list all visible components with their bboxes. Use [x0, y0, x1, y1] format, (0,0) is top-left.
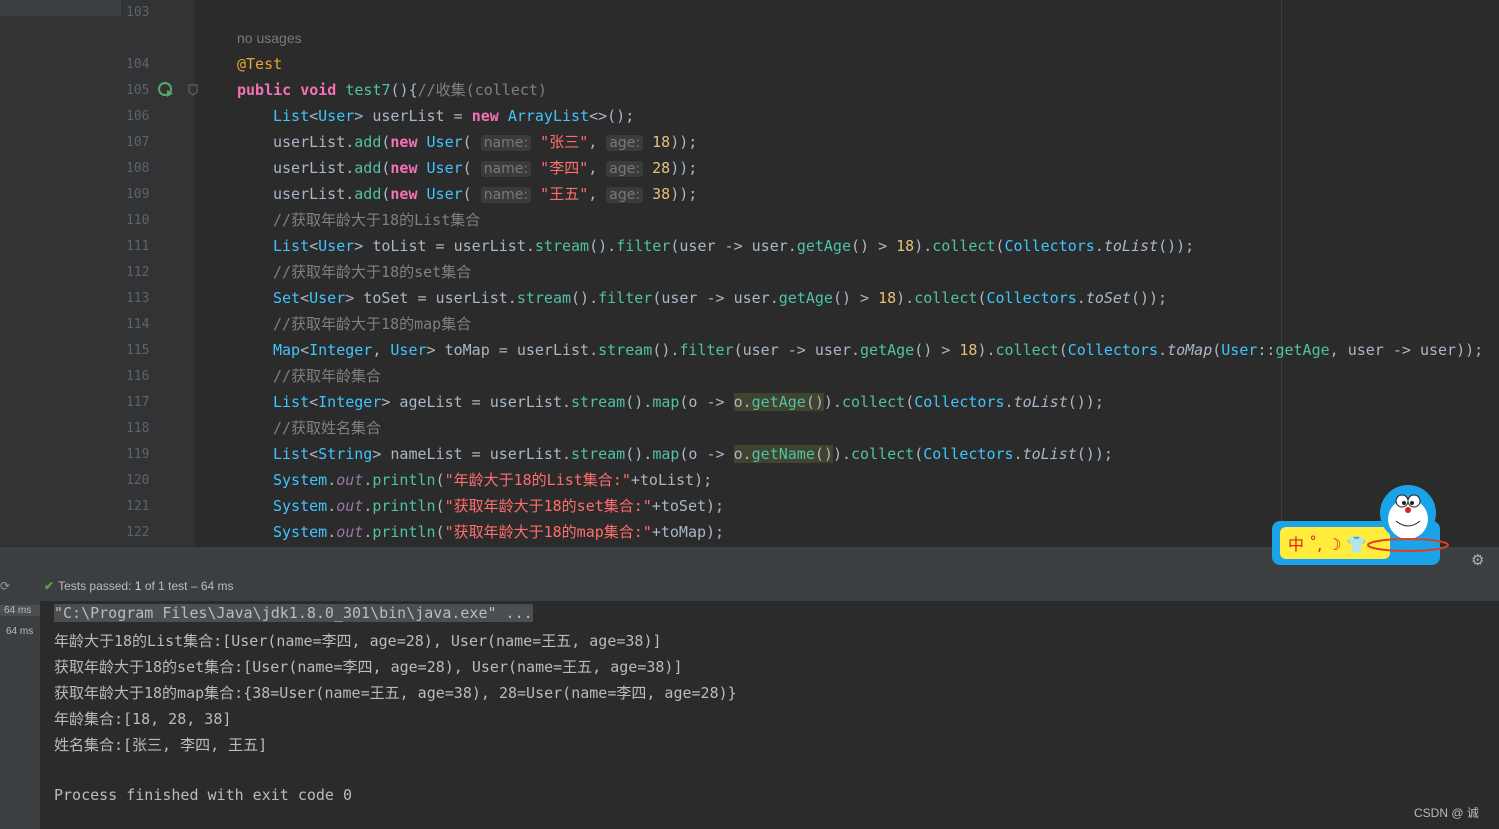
code-punct: (){	[390, 81, 418, 99]
line-number: 118	[126, 421, 150, 436]
status-duration: – 64 ms	[190, 579, 234, 593]
number-literal: 18	[652, 133, 671, 151]
code-line-119[interactable]: List<String> nameList = userList.stream(…	[273, 441, 1113, 467]
line-number: 107	[126, 135, 150, 150]
test-time-root[interactable]: 64 ms	[0, 605, 40, 616]
line-number: 122	[126, 525, 150, 540]
line-number: 109	[126, 187, 150, 202]
line-number: 117	[126, 395, 150, 410]
code-line-108[interactable]: userList.add(new User( name: "李四", age: …	[273, 155, 697, 181]
code-line-104[interactable]: @Test	[237, 51, 282, 77]
code-line-105[interactable]: public void test7(){//收集(collect)	[237, 77, 547, 103]
status-of-text: of 1 test	[144, 579, 188, 593]
param-hint-age: age:	[606, 135, 644, 151]
line-number: 112	[126, 265, 150, 280]
csdn-watermark: CSDN @ 诚	[1414, 806, 1479, 820]
console-line: 年龄大于18的List集合:[User(name=李四, age=28), Us…	[54, 632, 662, 650]
method-name: test7	[345, 81, 391, 99]
code-line-117[interactable]: List<Integer> ageList = userList.stream(…	[273, 389, 1104, 415]
string-literal: "张三"	[540, 133, 589, 151]
console-exit-line: Process finished with exit code 0	[54, 786, 353, 804]
code-line-109[interactable]: userList.add(new User( name: "王五", age: …	[273, 181, 697, 207]
console-line: 年龄集合:[18, 28, 38]	[54, 710, 232, 728]
code-line-120[interactable]: System.out.println("年龄大于18的List集合:"+toLi…	[273, 467, 712, 493]
code-line-122[interactable]: System.out.println("获取年龄大于18的map集合:"+toM…	[273, 519, 724, 545]
line-number: 103	[126, 5, 150, 20]
code-line-107[interactable]: userList.add(new User( name: "张三", age: …	[273, 129, 697, 155]
param-hint-age: age:	[606, 161, 644, 177]
line-number: 111	[126, 239, 150, 254]
code-line-115[interactable]: Map<Integer, User> toMap = userList.stre…	[273, 337, 1483, 363]
project-tab[interactable]	[0, 0, 121, 16]
string-literal: "李四"	[540, 159, 589, 177]
code-line-116[interactable]: //获取年龄集合	[273, 363, 381, 389]
ime-mode-text: 中 ˚, ☽ 👕	[1288, 535, 1367, 554]
line-number: 108	[126, 161, 150, 176]
console-line: 获取年龄大于18的set集合:[User(name=李四, age=28), U…	[54, 658, 683, 676]
code-line-112[interactable]: //获取年龄大于18的set集合	[273, 259, 471, 285]
test-tree-icon[interactable]: ⟳	[0, 579, 10, 593]
doraemon-ime-widget[interactable]: 中 ˚, ☽ 👕	[1270, 483, 1450, 573]
code-editor[interactable]: 103 104 105 106 107 108 109 110 111 112 113 114 115 1…	[0, 0, 1499, 546]
line-number: 110	[126, 213, 150, 228]
string-literal: "获取年龄大于18的set集合:"	[444, 497, 652, 515]
console-line: 获取年龄大于18的map集合:{38=User(name=王五, age=38)…	[54, 684, 737, 702]
gear-icon[interactable]: ⚙	[1471, 551, 1484, 569]
string-literal: "获取年龄大于18的map集合:"	[444, 523, 652, 541]
no-usages-hint: no usages	[237, 30, 302, 46]
test-time-item[interactable]: 64 ms	[6, 626, 33, 637]
code-line-106[interactable]: List<User> userList = new ArrayList<>();	[273, 103, 634, 129]
line-number: 105	[126, 83, 150, 98]
line-number: 113	[126, 291, 150, 306]
line-number: 104	[126, 57, 150, 72]
status-prefix: Tests passed:	[58, 579, 132, 593]
code-line-113[interactable]: Set<User> toSet = userList.stream().filt…	[273, 285, 1167, 311]
console-scrollbar[interactable]	[1489, 601, 1499, 829]
passed-count: 1	[134, 579, 142, 593]
line-number: 120	[126, 473, 150, 488]
line-number: 121	[126, 499, 150, 514]
param-hint-name: name:	[480, 187, 532, 203]
param-hint-name: name:	[480, 135, 532, 151]
console-command-line: "C:\Program Files\Java\jdk1.8.0_301\bin\…	[54, 604, 533, 622]
project-tool-strip	[0, 0, 121, 546]
code-line-110[interactable]: //获取年龄大于18的List集合	[273, 207, 480, 233]
code-line-121[interactable]: System.out.println("获取年龄大于18的set集合:"+toS…	[273, 493, 724, 519]
kw-void: void	[300, 81, 337, 99]
run-test-icon[interactable]	[158, 82, 174, 98]
string-literal: "王五"	[540, 185, 589, 203]
line-number: 114	[126, 317, 150, 332]
code-line-111[interactable]: List<User> toList = userList.stream().fi…	[273, 233, 1194, 259]
line-number: 106	[126, 109, 150, 124]
check-icon: ✔	[44, 579, 55, 593]
test-annotation: @Test	[237, 55, 283, 73]
number-literal: 38	[652, 185, 671, 203]
test-status: ✔ Tests passed: 1 of 1 test – 64 ms	[44, 579, 234, 593]
fold-icon[interactable]	[188, 84, 198, 96]
line-number: 115	[126, 343, 150, 358]
code-line-114[interactable]: //获取年龄大于18的map集合	[273, 311, 471, 337]
code-line-118[interactable]: //获取姓名集合	[273, 415, 381, 441]
test-tree[interactable]: 64 ms 64 ms	[0, 601, 40, 829]
string-literal: "年龄大于18的List集合:"	[444, 471, 631, 489]
code-comment: //收集(collect)	[417, 81, 547, 99]
console-line: 姓名集合:[张三, 李四, 王五]	[54, 736, 268, 754]
param-hint-age: age:	[606, 187, 644, 203]
line-number: 116	[126, 369, 150, 384]
param-hint-name: name:	[480, 161, 532, 177]
number-literal: 28	[652, 159, 671, 177]
kw-public: public	[237, 81, 292, 99]
line-number: 119	[126, 447, 150, 462]
right-margin-guide	[1281, 0, 1282, 546]
